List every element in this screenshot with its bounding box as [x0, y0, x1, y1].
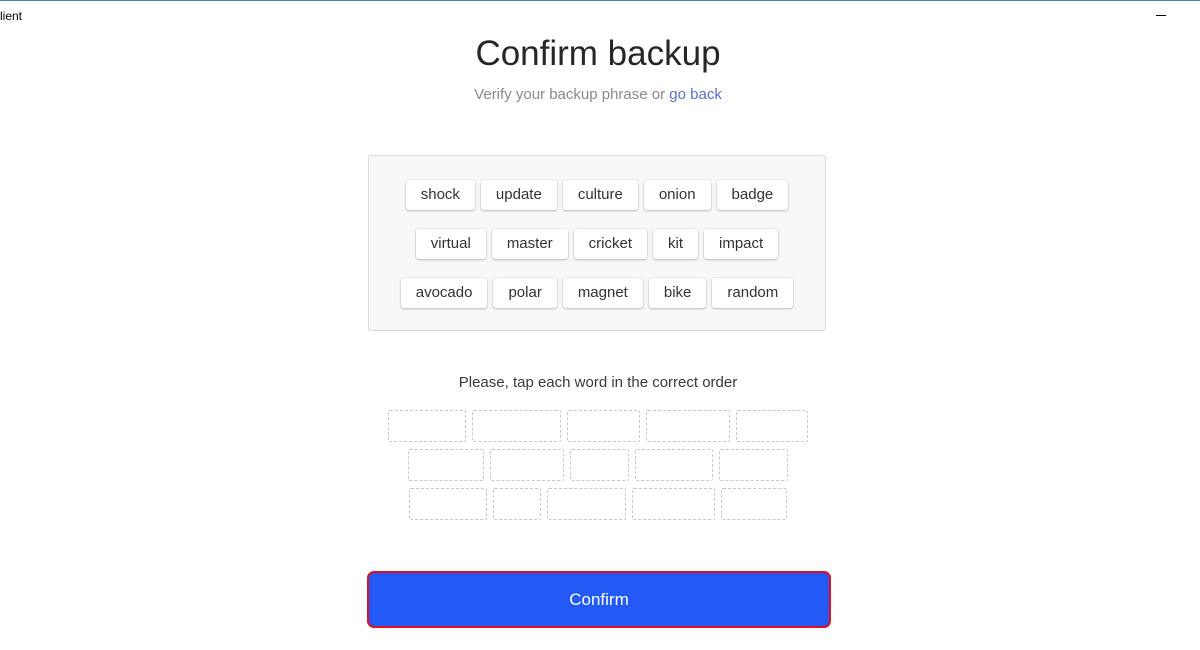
- go-back-link[interactable]: go back: [669, 86, 722, 103]
- word-chip[interactable]: polar: [493, 278, 557, 308]
- word-chip[interactable]: bike: [648, 278, 707, 308]
- confirm-button[interactable]: Confirm: [367, 571, 831, 628]
- word-chip[interactable]: badge: [716, 180, 789, 210]
- word-chip[interactable]: random: [712, 278, 794, 308]
- word-chip[interactable]: avocado: [400, 278, 488, 308]
- page-subtitle: Verify your backup phrase or go back: [0, 86, 1196, 104]
- answer-slot[interactable]: [721, 488, 787, 520]
- answer-slot[interactable]: [408, 449, 484, 481]
- word-chip[interactable]: onion: [643, 180, 711, 210]
- word-chip[interactable]: impact: [704, 229, 779, 259]
- word-chip[interactable]: culture: [562, 180, 638, 210]
- answer-slot[interactable]: [736, 410, 808, 442]
- answer-slot[interactable]: [646, 410, 730, 442]
- word-chip[interactable]: shock: [405, 180, 475, 210]
- page-title: Confirm backup: [475, 34, 721, 73]
- word-chip[interactable]: update: [480, 180, 557, 210]
- answer-slot[interactable]: [570, 449, 629, 481]
- answer-slot-row: [0, 410, 1196, 442]
- word-bank: shock update culture onion badge virtual…: [368, 155, 826, 331]
- answer-slot-row: [0, 449, 1196, 481]
- instruction-text: Please, tap each word in the correct ord…: [458, 374, 738, 391]
- window-top-border: [0, 0, 1200, 1]
- answer-slot-row: [0, 488, 1196, 520]
- answer-slot[interactable]: [567, 410, 640, 442]
- minimize-button[interactable]: [1150, 5, 1172, 25]
- word-bank-row: avocado polar magnet bike random: [369, 278, 825, 308]
- answer-slot[interactable]: [632, 488, 715, 520]
- answer-slot[interactable]: [635, 449, 713, 481]
- answer-slot[interactable]: [409, 488, 487, 520]
- word-chip[interactable]: master: [491, 229, 568, 259]
- answer-slot[interactable]: [490, 449, 564, 481]
- minimize-icon: [1156, 15, 1166, 16]
- answer-slot[interactable]: [547, 488, 626, 520]
- answer-slot[interactable]: [493, 488, 541, 520]
- subtitle-text: Verify your backup phrase or: [474, 86, 670, 103]
- answer-slot[interactable]: [719, 449, 788, 481]
- word-bank-row: shock update culture onion badge: [369, 180, 825, 210]
- word-chip[interactable]: magnet: [562, 278, 643, 308]
- word-chip[interactable]: cricket: [573, 229, 647, 259]
- answer-slot[interactable]: [388, 410, 466, 442]
- window-title: lient: [0, 9, 23, 23]
- word-chip[interactable]: kit: [653, 229, 698, 259]
- word-bank-row: virtual master cricket kit impact: [369, 229, 825, 259]
- word-chip[interactable]: virtual: [415, 229, 486, 259]
- answer-slot[interactable]: [472, 410, 561, 442]
